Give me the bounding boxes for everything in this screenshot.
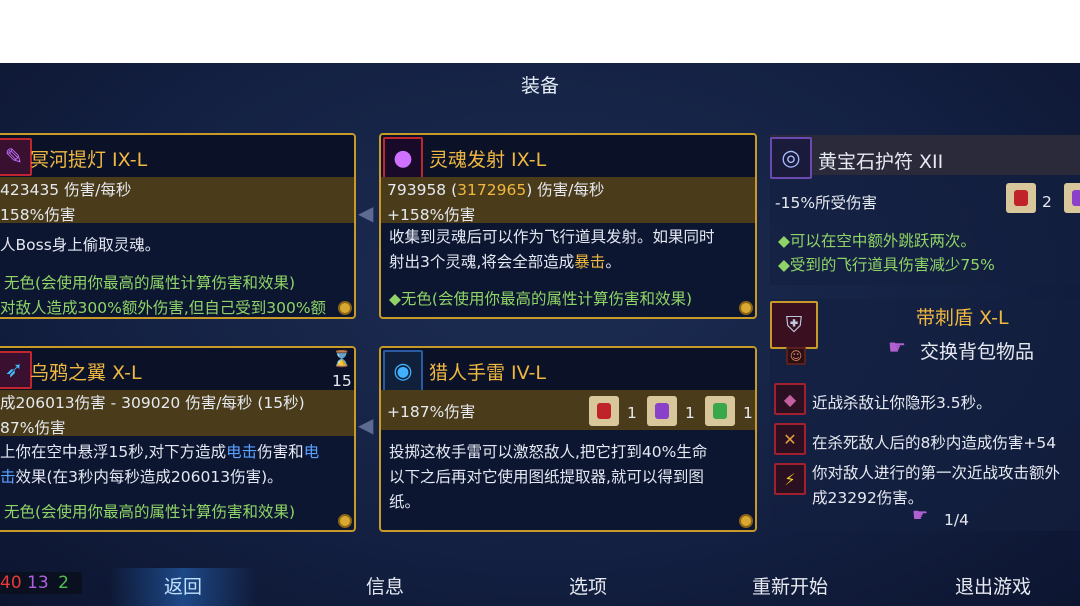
backpack-item-name: 带刺盾 X-L	[916, 307, 1009, 329]
damage-bonus: +187%伤害	[387, 403, 476, 421]
first-strike-icon: ⚡	[774, 463, 806, 495]
top-blank-area	[0, 0, 1080, 63]
colorless-affix: ◆无色(会使用你最高的属性计算伤害和效果)	[389, 290, 693, 308]
corner-gem-icon	[338, 514, 352, 528]
scroll-count-red: 1	[627, 404, 637, 422]
damage-bonus: 158%伤害	[0, 206, 76, 224]
menu-info-button[interactable]: 信息	[312, 568, 458, 606]
backpack-hand-icon: ☛	[912, 505, 929, 526]
wing-icon: ➶	[0, 351, 32, 389]
backpack-panel[interactable]: ⛨ ☺ 带刺盾 X-L ☛ 交换背包物品 ◆ 近战杀敌让你隐形3.5秒。 ✕ 在…	[770, 299, 1080, 531]
green-scroll-total: 2	[58, 573, 69, 593]
swap-backpack-button[interactable]: 交换背包物品	[920, 337, 1034, 364]
killer-instinct-icon: ✕	[774, 423, 806, 455]
damage-bonus: 87%伤害	[0, 419, 66, 437]
damage-reduction: -15%所受伤害	[775, 194, 878, 212]
lantern-icon: ✎	[0, 138, 32, 176]
amulet-perk-double-jump: ◆可以在空中额外跳跃两次。	[778, 232, 976, 250]
backpack-count: 1/4	[944, 511, 969, 529]
item-card-stygian-lantern[interactable]: ✎ 冥河提灯 IX-L 423435 伤害/每秒 158%伤害 人Boss身上偷…	[0, 133, 356, 319]
red-scroll-icon	[1006, 183, 1036, 213]
item-name: 乌鸦之翼 X-L	[30, 362, 142, 384]
spiked-shield-icon: ⛨	[770, 301, 818, 349]
item-description: 人Boss身上偷取灵魂。	[0, 236, 161, 254]
scroll-count-green: 1	[743, 404, 753, 422]
colorless-affix: 无色(会使用你最高的属性计算伤害和效果)	[4, 274, 296, 292]
scroll-tally: 40 13 2	[0, 572, 82, 594]
item-name: 灵魂发射 IX-L	[429, 149, 547, 171]
item-description: 投掷这枚手雷可以激怒敌人,把它打到40%生命 以下之后再对它使用图纸提取器,就可…	[389, 443, 708, 511]
item-description: 上你在空中悬浮15秒,对下方造成电击伤害和电 击效果(在3秒内每秒造成20601…	[0, 443, 320, 486]
item-card-soul-shot[interactable]: ● 灵魂发射 IX-L 793958 (3172965) 伤害/每秒 +158%…	[379, 133, 757, 319]
character-portrait-icon: ☺	[786, 347, 806, 365]
curse-affix: 对敌人造成300%额外伤害,但自己受到300%额	[0, 299, 327, 317]
amulet-perk-projectile-resist: ◆受到的飞行道具伤害减少75%	[778, 256, 995, 274]
menu-restart-button[interactable]: 重新开始	[710, 568, 870, 606]
screen-title: 装备	[520, 75, 559, 97]
game-screen: 装备 ✎ 冥河提灯 IX-L 423435 伤害/每秒 158%伤害 人Boss…	[0, 63, 1080, 606]
dps-line: 793958 (3172965) 伤害/每秒	[387, 181, 605, 199]
red-scroll-icon	[589, 396, 619, 426]
purple-scroll-total: 13	[27, 573, 49, 593]
purple-scroll-icon	[647, 396, 677, 426]
green-scroll-icon	[705, 396, 735, 426]
menu-quit-button[interactable]: 退出游戏	[915, 568, 1071, 606]
swap-hand-icon: ☛	[888, 335, 906, 359]
mutation-1: 近战杀敌让你隐形3.5秒。	[812, 394, 992, 412]
arrow-left-icon: ◀	[358, 413, 374, 437]
purple-scroll-icon	[1064, 183, 1080, 213]
dps-line: 成206013伤害 - 309020 伤害/每秒 (15秒)	[0, 394, 305, 412]
invisibility-mutation-icon: ◆	[774, 383, 806, 415]
red-scroll-total: 40	[0, 573, 22, 593]
item-card-hunter-grenade[interactable]: ◉ 猎人手雷 IV-L +187%伤害 1 1 1 投掷这枚手雷可以激怒敌人,把…	[379, 346, 757, 532]
hourglass-icon: ⌛	[332, 350, 352, 368]
item-description: 收集到灵魂后可以作为飞行道具发射。如果同时 射出3个灵魂,将会全部造成暴击。	[389, 228, 715, 271]
colorless-affix: 无色(会使用你最高的属性计算伤害和效果)	[4, 503, 296, 521]
mutation-3-cont: 成23292伤害。	[812, 489, 924, 507]
amulet-icon: ◎	[770, 137, 812, 179]
crit-dps-value: 3172965	[457, 181, 527, 199]
cooldown-timer: 15	[332, 372, 352, 390]
amulet-name: 黄宝石护符 XII	[818, 151, 944, 173]
mutation-3: 你对敌人进行的第一次近战攻击额外	[812, 464, 1061, 482]
corner-gem-icon	[739, 514, 753, 528]
scroll-count: 2	[1042, 193, 1052, 211]
corner-gem-icon	[338, 301, 352, 315]
item-name: 冥河提灯 IX-L	[30, 149, 148, 171]
amulet-panel[interactable]: ◎ 黄宝石护符 XII -15%所受伤害 2 ◆可以在空中额外跳跃两次。 ◆受到…	[770, 135, 1080, 285]
item-card-crow-wings[interactable]: ➶ 乌鸦之翼 X-L ⌛ 15 成206013伤害 - 309020 伤害/每秒…	[0, 346, 356, 532]
mutation-2: 在杀死敌人后的8秒内造成伤害+54	[812, 434, 1057, 452]
item-name: 猎人手雷 IV-L	[429, 362, 546, 384]
arrow-left-icon: ◀	[358, 201, 374, 225]
grenade-icon: ◉	[383, 350, 423, 392]
corner-gem-icon	[739, 301, 753, 315]
scroll-count-purple: 1	[685, 404, 695, 422]
soul-orb-icon: ●	[383, 137, 423, 179]
menu-options-button[interactable]: 选项	[515, 568, 661, 606]
critical-keyword: 暴击	[574, 253, 606, 271]
menu-back-button[interactable]: 返回	[110, 568, 256, 606]
damage-bonus: +158%伤害	[387, 206, 476, 224]
dps-line: 423435 伤害/每秒	[0, 181, 132, 199]
